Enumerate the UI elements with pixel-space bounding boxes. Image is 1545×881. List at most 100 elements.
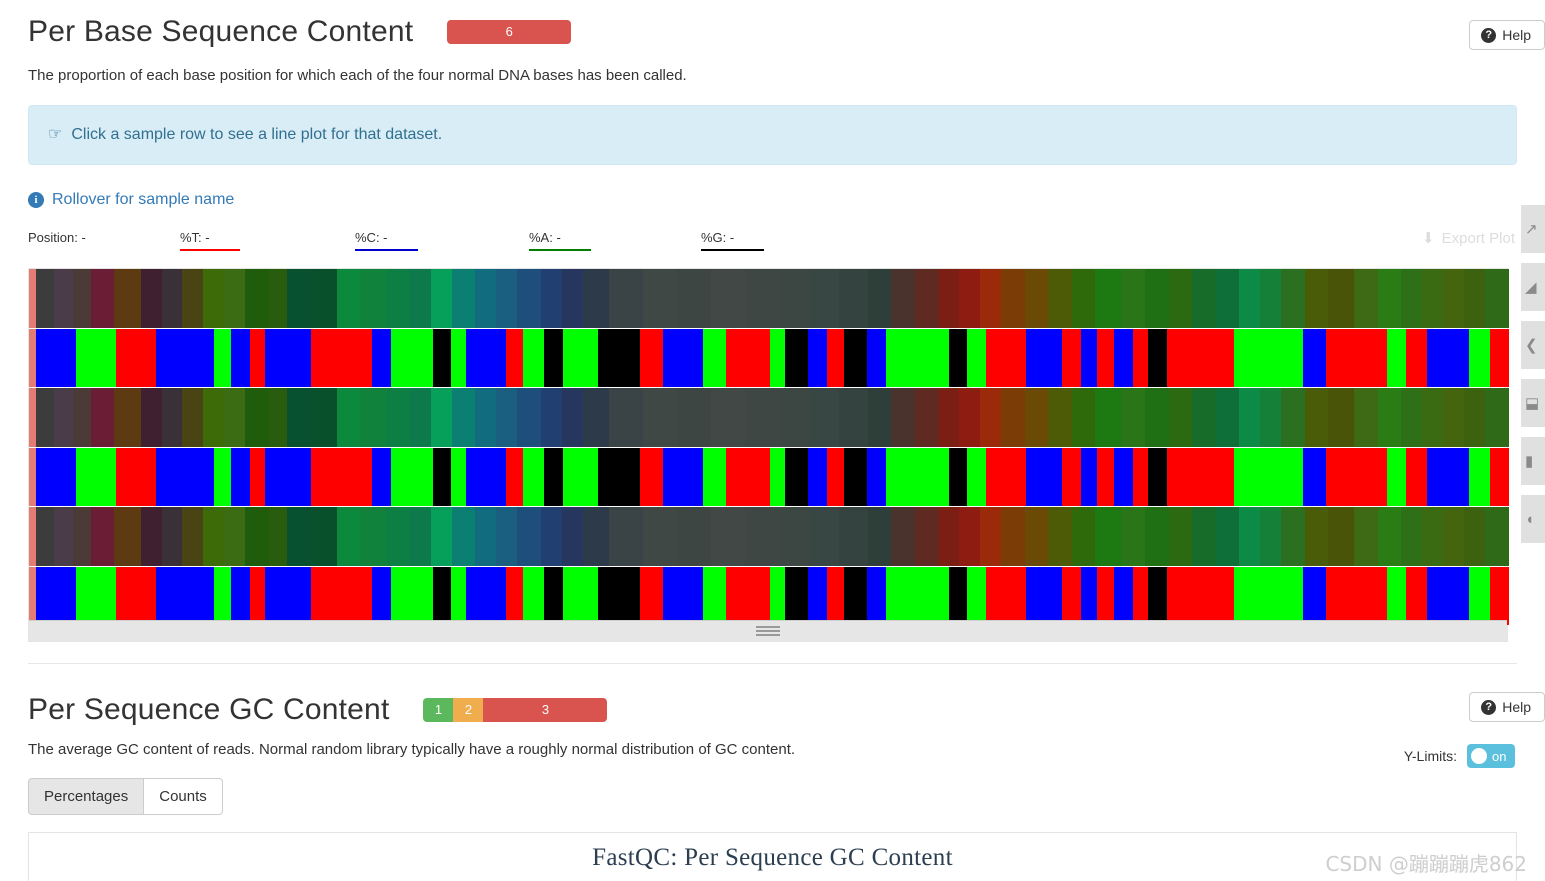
- heatmap-cell: [967, 566, 987, 625]
- heatmap-cell: [1260, 507, 1282, 566]
- heatmap-cell: [744, 507, 779, 566]
- heatmap-cell: [1192, 507, 1216, 566]
- help-button-per-sequence-gc-content[interactable]: ? Help: [1469, 692, 1545, 722]
- heatmap-cell: [522, 447, 544, 506]
- heatmap-row-cells: [36, 447, 1509, 506]
- heatmap-cell: [1485, 507, 1509, 566]
- heatmap-cell: [72, 269, 91, 328]
- heatmap-cell: [1304, 269, 1329, 328]
- heatmap-sample-row[interactable]: [29, 269, 1509, 328]
- readout-position: Position: -: [28, 230, 86, 245]
- alert-text: Click a sample row to see a line plot fo…: [71, 126, 443, 143]
- question-circle-icon: ?: [1481, 699, 1497, 715]
- heatmap-sample-row[interactable]: [29, 507, 1509, 566]
- heatmap-cell: [1464, 507, 1486, 566]
- heatmap-cell: [54, 507, 73, 566]
- heatmap-cell: [726, 328, 771, 387]
- export-plot-button[interactable]: ⬇ Export Plot: [1422, 230, 1515, 247]
- heatmap-cell: [496, 507, 518, 566]
- export-plot-label: Export Plot: [1441, 230, 1515, 247]
- heatmap-cell: [1260, 388, 1282, 447]
- heatmap-cell: [826, 328, 844, 387]
- heatmap-cell: [1121, 507, 1146, 566]
- heatmap-cell: [1001, 269, 1025, 328]
- heatmap-cell: [598, 566, 641, 625]
- heatmap-cell: [1026, 328, 1062, 387]
- per-base-sequence-content-heatmap[interactable]: [28, 268, 1509, 642]
- heatmap-cell: [1443, 269, 1465, 328]
- heatmap-cell: [410, 269, 431, 328]
- heatmap-sample-row[interactable]: [29, 566, 1509, 625]
- heatmap-cell: [36, 507, 55, 566]
- heatmap-cell: [75, 328, 116, 387]
- heatmap-cell: [287, 507, 314, 566]
- heatmap-cell: [1215, 388, 1240, 447]
- heatmap-cell: [540, 269, 562, 328]
- heatmap-cell: [72, 507, 91, 566]
- heatmap-cell: [451, 447, 467, 506]
- heatmap-cell: [663, 447, 704, 506]
- heatmap-cell: [1422, 269, 1444, 328]
- heatmap-cell: [1095, 507, 1122, 566]
- heatmap-cell: [214, 328, 232, 387]
- heatmap-cell: [1071, 507, 1096, 566]
- heatmap-cell: [778, 507, 811, 566]
- heatmap-cell: [948, 566, 968, 625]
- heatmap-cell: [313, 388, 337, 447]
- heatmap-resize-handle[interactable]: [29, 620, 1507, 641]
- heatmap-cell: [1024, 507, 1049, 566]
- heatmap-cell: [140, 269, 162, 328]
- heatmap-sample-row[interactable]: [29, 447, 1509, 506]
- title-row: Per Base Sequence Content 6: [28, 14, 1517, 50]
- row-status-indicator: [29, 328, 36, 387]
- heatmap-cell: [1443, 507, 1465, 566]
- heatmap-cell: [1468, 328, 1490, 387]
- heatmap-cell: [115, 566, 156, 625]
- heatmap-cell: [161, 388, 183, 447]
- drag-grip-icon: [756, 624, 780, 638]
- heatmap-cell: [1061, 447, 1081, 506]
- heatmap-cell: [986, 447, 1027, 506]
- heatmap-cell: [1326, 566, 1387, 625]
- heatmap-cell: [268, 388, 288, 447]
- edge-tool-1[interactable]: ↗: [1521, 205, 1545, 253]
- heatmap-cell: [914, 388, 939, 447]
- heatmap-cell: [1080, 328, 1098, 387]
- heatmap-cell: [839, 507, 868, 566]
- heatmap-sample-row[interactable]: [29, 328, 1509, 387]
- heatmap-cell: [1354, 388, 1378, 447]
- right-edge-toolbar[interactable]: ↗ ◢ ❮ ⬓ ▮ ◖: [1521, 205, 1545, 553]
- heatmap-cell: [1097, 328, 1115, 387]
- readout-pct-c: %C: -: [355, 230, 418, 251]
- heatmap-cell: [770, 328, 785, 387]
- tab-percentages[interactable]: Percentages: [28, 778, 145, 815]
- edge-tool-3[interactable]: ❮: [1521, 321, 1545, 369]
- heatmap-cell: [466, 566, 506, 625]
- heatmap-cell: [1485, 388, 1509, 447]
- edge-tool-6[interactable]: ◖: [1521, 495, 1545, 543]
- heatmap-cell: [1095, 269, 1122, 328]
- heatmap-cell: [451, 507, 476, 566]
- heatmap-cell: [986, 328, 1027, 387]
- heatmap-cell: [540, 388, 562, 447]
- heatmap-sample-row[interactable]: [29, 388, 1509, 447]
- edge-tool-2[interactable]: ◢: [1521, 263, 1545, 311]
- y-limits-toggle[interactable]: on: [1467, 744, 1515, 768]
- edge-tool-4[interactable]: ⬓: [1521, 379, 1545, 427]
- help-button-per-base-sequence-content[interactable]: ? Help: [1469, 20, 1545, 50]
- heatmap-cell: [608, 507, 643, 566]
- heatmap-cell: [1326, 328, 1387, 387]
- heatmap-cell: [310, 566, 372, 625]
- heatmap-cell: [336, 388, 361, 447]
- heatmap-cell: [36, 447, 76, 506]
- heatmap-cell: [36, 388, 55, 447]
- heatmap-cell: [938, 269, 960, 328]
- heatmap-cell: [1464, 388, 1486, 447]
- heatmap-cell: [1468, 566, 1490, 625]
- edge-tool-5[interactable]: ▮: [1521, 437, 1545, 485]
- tab-counts[interactable]: Counts: [144, 778, 223, 815]
- heatmap-cell: [451, 566, 467, 625]
- heatmap-cell: [496, 269, 518, 328]
- heatmap-cell: [885, 328, 949, 387]
- heatmap-cell: [938, 388, 960, 447]
